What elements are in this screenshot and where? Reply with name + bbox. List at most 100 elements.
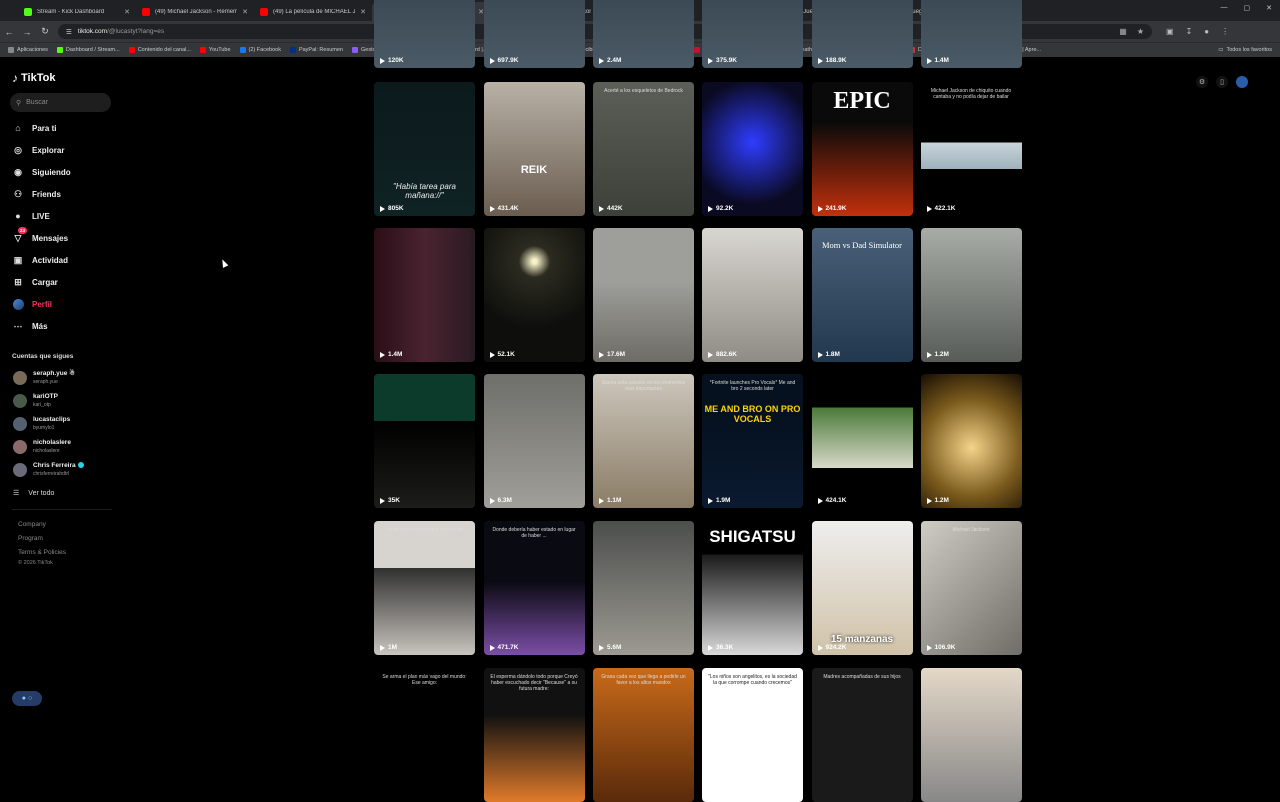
profile-avatar-icon[interactable] [1236, 76, 1248, 88]
search-input[interactable]: ⚲ Buscar [10, 93, 111, 112]
video-tile[interactable]: 35K [374, 374, 475, 508]
download-icon[interactable]: ↧ [1186, 27, 1193, 36]
bookmark-item[interactable]: Dashboard / Stream... [56, 47, 120, 53]
translate-icon[interactable]: ▦ [1119, 27, 1127, 36]
back-arrow-icon[interactable]: ← [0, 27, 18, 37]
browser-tab[interactable]: (49) Michael Jackson - Rememb ✕ [136, 2, 254, 21]
play-icon [489, 497, 495, 504]
video-tile-partial[interactable]: "Los niños son angelitos, es la sociedad… [702, 668, 803, 802]
see-all-button[interactable]: ☰ Ver todo [13, 489, 54, 498]
sidebar-item-friends[interactable]: ⚇ Friends [12, 188, 61, 200]
play-icon [926, 644, 932, 651]
sidebar-item-mensajes[interactable]: ▽ 23 Mensajes [12, 227, 68, 244]
coins-button[interactable]: ● ○ [12, 691, 42, 706]
video-tile[interactable]: Suena esta canción en los momentos más i… [593, 374, 694, 508]
reload-icon[interactable]: ↻ [36, 26, 54, 37]
sidebar-item-label: Cargar [32, 277, 58, 287]
tiktok-logo[interactable]: ♪ TikTok [12, 71, 55, 85]
video-tile[interactable]: SHIGATSU 36.3K [702, 521, 803, 655]
following-account[interactable]: kariOTP kari_otp [13, 393, 58, 409]
menu-kebab-icon[interactable]: ⋮ [1221, 27, 1229, 36]
account-handle: nicholaslere [33, 448, 60, 454]
video-tile-partial[interactable] [920, 668, 1022, 802]
bookmark-item[interactable]: PayPal: Resumen [289, 47, 343, 53]
sidebar-divider [12, 509, 112, 510]
video-tile[interactable]: "Había tarea para mañana://" 805K [374, 82, 475, 216]
video-caption-overlay: Grasa cada vez que llega a pedirle un fa… [601, 674, 686, 686]
bookmark-item[interactable]: Aplicaciones [8, 47, 48, 53]
browser-tab[interactable]: Stream - Kick Dashboard ✕ [18, 2, 136, 21]
sidebar-item-perfil[interactable]: Perfil [12, 298, 52, 310]
play-icon [380, 497, 385, 504]
video-tile[interactable]: Donde debería haber estado en lugar de h… [483, 521, 585, 655]
video-tile-partial[interactable]: 120K [374, 0, 475, 68]
video-tile-partial[interactable]: 1.4M [920, 0, 1022, 68]
following-account[interactable]: Chris Ferreira chrisferreirahdtrl [13, 462, 84, 478]
video-tile[interactable]: 1.4M [374, 228, 475, 362]
close-icon[interactable]: ✕ [242, 8, 248, 16]
following-account[interactable]: nicholaslere nicholaslere [13, 439, 71, 455]
view-count: 188.9K [817, 57, 846, 64]
following-account[interactable]: lucastaclips byumylo1 [13, 416, 70, 432]
bookmark-item[interactable]: YouTube [199, 47, 231, 53]
close-icon[interactable]: ✕ [360, 8, 366, 16]
video-tile-partial[interactable]: El esperma dándolo todo porque Creyó hab… [483, 668, 585, 802]
sidebar-item-ms[interactable]: ⋯ Más [12, 320, 48, 332]
video-tile[interactable]: 882.6K [702, 228, 803, 362]
extension-icon[interactable]: ▣ [1166, 27, 1174, 36]
video-tile[interactable]: Mom vs Dad Simulator 1.8M [811, 228, 913, 362]
video-tile[interactable]: 1.2M [920, 374, 1022, 508]
video-tile[interactable]: 92.2K [702, 82, 803, 216]
video-tile[interactable]: 6.3M [483, 374, 585, 508]
video-tile-partial[interactable]: 375.9K [702, 0, 803, 68]
video-tile[interactable]: REIK 431.4K [483, 82, 585, 216]
site-info-icon[interactable]: ☰ [66, 28, 72, 36]
browser-tab[interactable]: (49) La película de MICHAEL JA ✕ [254, 2, 372, 21]
close-window-icon[interactable]: ✕ [1266, 4, 1272, 12]
sidebar-item-explorar[interactable]: ◎ Explorar [12, 144, 64, 156]
footer-company-link[interactable]: Company [18, 521, 46, 528]
bookmark-item[interactable]: (2) Facebook [239, 47, 281, 53]
all-bookmarks-button[interactable]: ▭ Todos los favoritos [1218, 47, 1272, 53]
video-tile-partial[interactable]: 2.4M [593, 0, 694, 68]
video-tile-partial[interactable]: 188.9K [811, 0, 913, 68]
maximize-icon[interactable]: ▢ [1244, 4, 1251, 12]
video-tile[interactable]: 15 manzanas 924.2K [811, 521, 913, 655]
profile-icon[interactable]: ● [1204, 27, 1209, 36]
video-title-overlay: Mom vs Dad Simulator [821, 240, 903, 250]
account-handle: seraph.yue [33, 379, 58, 385]
video-tile[interactable]: *Fortnite launches Pro Vocals* Me and br… [702, 374, 803, 508]
close-icon[interactable]: ✕ [124, 8, 130, 16]
video-tile[interactable]: Yo de niño creyéndome Bruce Lee 1M [374, 521, 475, 655]
bookmark-item[interactable]: Contenido del canal... [128, 47, 191, 53]
sidebar-item-live[interactable]: ● LIVE [12, 210, 50, 222]
settings-icon[interactable]: ⚙ [1196, 76, 1208, 88]
sidebar-item-parati[interactable]: ⌂ Para ti [12, 122, 56, 134]
video-tile[interactable]: EPIC 241.9K [811, 82, 913, 216]
bookmark-star-icon[interactable]: ★ [1137, 27, 1144, 36]
sidebar-item-cargar[interactable]: ⊞ Cargar [12, 276, 58, 288]
video-tile-partial[interactable]: Se arma el plan más vago del mundo: Ese … [374, 668, 475, 802]
forward-arrow-icon[interactable]: → [18, 27, 36, 37]
sidebar-item-actividad[interactable]: ▣ Actividad [12, 254, 68, 266]
video-tile[interactable]: Acerté a los esqueletos de Bedrock 442K [593, 82, 694, 216]
video-tile[interactable]: 424.1K [811, 374, 913, 508]
video-tile-partial[interactable]: 697.9K [483, 0, 585, 68]
sidebar-item-siguiendo[interactable]: ◉ Siguiendo [12, 166, 71, 178]
video-tile[interactable]: 52.1K [483, 228, 585, 362]
video-tile[interactable]: Michael Jackson de chiquito cuando canta… [920, 82, 1022, 216]
view-count-text: 697.9K [497, 57, 519, 64]
mobile-icon[interactable]: ▯ [1216, 76, 1228, 88]
tiktok-sidebar: ♪ TikTok ⚲ Buscar ⌂ Para ti ◎ Explorar ◉ Sigu… [0, 57, 120, 720]
video-tile[interactable]: 17.6M [593, 228, 694, 362]
following-account[interactable]: seraph.yue ☃ seraph.yue [13, 370, 75, 386]
footer-program-link[interactable]: Program [18, 535, 43, 542]
video-tile[interactable]: 1.2M [920, 228, 1022, 362]
minimize-icon[interactable]: — [1221, 4, 1228, 12]
video-tile-partial[interactable]: Madres acompañadas de sus hijos [811, 668, 913, 802]
video-tile[interactable]: Michael Jackson 106.9K [920, 521, 1022, 655]
video-tile-partial[interactable]: Grasa cada vez que llega a pedirle un fa… [593, 668, 694, 802]
sidebar-item-label: Explorar [32, 145, 65, 155]
video-tile[interactable]: 5.6M [593, 521, 694, 655]
footer-terms-link[interactable]: Terms & Policies [18, 549, 66, 556]
